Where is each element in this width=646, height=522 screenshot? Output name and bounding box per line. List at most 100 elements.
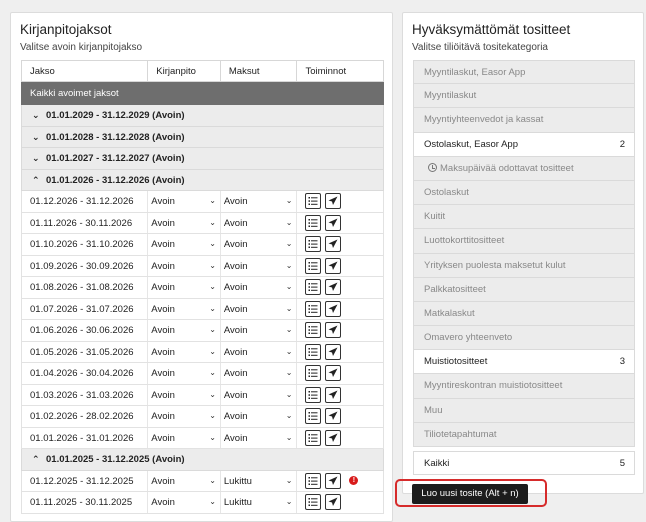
year-row-expanded[interactable]: ⌃ 01.01.2025 - 31.12.2025 (Avoin)	[21, 449, 384, 471]
list-icon[interactable]	[305, 214, 322, 231]
send-icon[interactable]	[325, 257, 342, 274]
send-icon[interactable]	[325, 322, 342, 339]
clock-icon	[428, 162, 437, 172]
send-icon[interactable]	[325, 408, 342, 425]
period-actions	[297, 234, 383, 255]
new-voucher-button[interactable]: Luo uusi tosite (Alt + n)	[412, 484, 528, 504]
category-item-all[interactable]: Kaikki 5	[413, 451, 635, 475]
send-icon[interactable]	[325, 300, 342, 317]
category-item-luottokorttitositteet[interactable]: Luottokorttitositteet	[413, 229, 635, 254]
send-icon[interactable]	[325, 365, 342, 382]
send-icon[interactable]	[325, 236, 342, 253]
category-item-matkalaskut[interactable]: Matkalaskut	[413, 301, 635, 327]
category-label: Kuitit	[424, 211, 446, 223]
category-item-myyntiyhteenvedot-ja-kassat[interactable]: Myyntiyhteenvedot ja kassat	[413, 108, 635, 133]
payments-status-select[interactable]: Avoin ⌄	[221, 255, 298, 276]
bookkeeping-status-select[interactable]: Avoin ⌄	[148, 298, 221, 319]
bookkeeping-status-select[interactable]: Avoin ⌄	[148, 255, 221, 276]
category-item-myyntilaskut-easor-app[interactable]: Myyntilaskut, Easor App	[413, 60, 635, 85]
payments-status-select[interactable]: Avoin ⌄	[221, 406, 298, 427]
payments-status-select[interactable]: Avoin ⌄	[221, 298, 298, 319]
category-item-ostolaskut[interactable]: Ostolaskut	[413, 180, 635, 206]
payments-status-select[interactable]: Avoin ⌄	[221, 341, 298, 362]
chevron-down-icon: ⌄	[285, 475, 293, 485]
year-row-collapsed[interactable]: ⌄ 01.01.2028 - 31.12.2028 (Avoin)	[21, 126, 384, 148]
category-item-palkkatositteet[interactable]: Palkkatositteet	[413, 277, 635, 302]
payments-status-select[interactable]: Avoin ⌄	[221, 277, 298, 298]
category-item-omavero-yhteenveto[interactable]: Omavero yhteenveto	[413, 326, 635, 351]
send-icon[interactable]	[325, 279, 342, 296]
bookkeeping-status-select[interactable]: Avoin ⌄	[148, 470, 221, 491]
list-icon[interactable]	[305, 429, 322, 446]
payments-status-select[interactable]: Avoin ⌄	[221, 320, 298, 341]
list-icon[interactable]	[305, 386, 322, 403]
period-row: 01.11.2025 - 30.11.2025 Avoin ⌄ Lukittu ⌄	[21, 492, 384, 514]
bookkeeping-status-select[interactable]: Avoin ⌄	[148, 384, 221, 405]
payments-status-select[interactable]: Avoin ⌄	[221, 234, 298, 255]
bookkeeping-status-select[interactable]: Avoin ⌄	[148, 191, 221, 212]
column-header-period[interactable]: Jakso	[22, 61, 149, 81]
list-icon[interactable]	[305, 343, 322, 360]
bookkeeping-status-select[interactable]: Avoin ⌄	[148, 341, 221, 362]
send-icon[interactable]	[325, 193, 342, 210]
period-row: 01.04.2026 - 30.04.2026 Avoin ⌄ Avoin ⌄	[21, 363, 384, 385]
payments-status-select[interactable]: Avoin ⌄	[221, 427, 298, 448]
year-row-expanded[interactable]: ⌃ 01.01.2026 - 31.12.2026 (Avoin)	[21, 169, 384, 191]
period-actions	[297, 277, 383, 298]
send-icon[interactable]	[325, 214, 342, 231]
category-item-yrityksen-puolesta-maksetut-kulut[interactable]: Yrityksen puolesta maksetut kulut	[413, 253, 635, 278]
category-item-tiliotetapahtumat[interactable]: Tiliotetapahtumat	[413, 422, 635, 447]
list-icon[interactable]	[305, 472, 322, 489]
list-icon[interactable]	[305, 257, 322, 274]
bookkeeping-status-select[interactable]: Avoin ⌄	[148, 234, 221, 255]
year-row-collapsed[interactable]: ⌄ 01.01.2027 - 31.12.2027 (Avoin)	[21, 148, 384, 170]
category-label: Matkalaskut	[424, 307, 475, 319]
bookkeeping-status-select[interactable]: Avoin ⌄	[148, 406, 221, 427]
bookkeeping-status-select[interactable]: Avoin ⌄	[148, 277, 221, 298]
category-item-myyntireskontran-muistiotositteet[interactable]: Myyntireskontran muistiotositteet	[413, 374, 635, 399]
bookkeeping-status-select[interactable]: Avoin ⌄	[148, 212, 221, 233]
chevron-down-icon: ⌄	[285, 217, 293, 227]
category-item-ostolaskut-easor-app[interactable]: Ostolaskut, Easor App 2	[413, 132, 635, 157]
send-icon[interactable]	[325, 386, 342, 403]
year-label: 01.01.2029 - 31.12.2029 (Avoin)	[46, 110, 185, 121]
year-row-collapsed[interactable]: ⌄ 01.01.2029 - 31.12.2029 (Avoin)	[21, 105, 384, 127]
list-icon[interactable]	[305, 193, 322, 210]
category-item-muu[interactable]: Muu	[413, 398, 635, 423]
send-icon[interactable]	[325, 472, 342, 489]
category-item-myyntilaskut[interactable]: Myyntilaskut	[413, 84, 635, 109]
payments-status-select[interactable]: Avoin ⌄	[221, 191, 298, 212]
chevron-down-icon: ⌄	[209, 325, 216, 334]
all-open-periods-row[interactable]: Kaikki avoimet jaksot	[21, 82, 384, 105]
list-icon[interactable]	[305, 365, 322, 382]
period-dates: 01.08.2026 - 31.08.2026	[22, 277, 149, 298]
bookkeeping-status-select[interactable]: Avoin ⌄	[148, 492, 221, 513]
period-dates: 01.11.2026 - 30.11.2026	[22, 212, 149, 233]
period-dates: 01.04.2026 - 30.04.2026	[22, 363, 149, 384]
send-icon[interactable]	[325, 494, 342, 511]
bookkeeping-status-select[interactable]: Avoin ⌄	[148, 363, 221, 384]
payments-status-select[interactable]: Avoin ⌄	[221, 384, 298, 405]
list-icon[interactable]	[305, 494, 322, 511]
bookkeeping-status-select[interactable]: Avoin ⌄	[148, 320, 221, 341]
column-header-bookkeeping[interactable]: Kirjanpito	[148, 61, 221, 81]
payments-status-select[interactable]: Lukittu ⌄	[221, 470, 298, 491]
send-icon[interactable]	[325, 343, 342, 360]
send-icon[interactable]	[325, 429, 342, 446]
list-icon[interactable]	[305, 279, 322, 296]
period-actions	[297, 385, 383, 406]
list-icon[interactable]	[305, 236, 322, 253]
list-icon[interactable]	[305, 408, 322, 425]
column-header-payments[interactable]: Maksut	[221, 61, 298, 81]
category-item-kuitit[interactable]: Kuitit	[413, 205, 635, 230]
payments-status-select[interactable]: Lukittu ⌄	[221, 492, 298, 513]
chevron-down-icon: ⌄	[209, 475, 216, 485]
category-item-maksup-iv-odottavat-tositteet[interactable]: Maksupäivää odottavat tositteet	[413, 156, 635, 181]
list-icon[interactable]	[305, 300, 322, 317]
payments-status-select[interactable]: Avoin ⌄	[221, 363, 298, 384]
list-icon[interactable]	[305, 322, 322, 339]
payments-status-select[interactable]: Avoin ⌄	[221, 212, 298, 233]
category-label: Omavero yhteenveto	[424, 332, 513, 344]
category-item-muistiotositteet[interactable]: Muistiotositteet 3	[413, 350, 635, 375]
bookkeeping-status-select[interactable]: Avoin ⌄	[148, 427, 221, 448]
